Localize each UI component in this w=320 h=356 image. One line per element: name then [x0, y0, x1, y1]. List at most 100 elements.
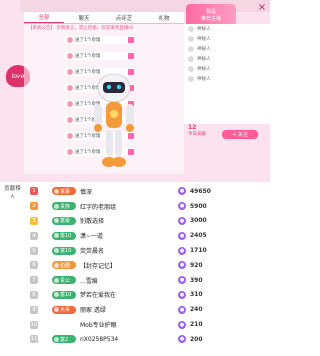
audience-item[interactable]: 神秘人 [184, 74, 270, 84]
coin-icon: ● [178, 335, 186, 344]
contribution-score: 390 [190, 276, 203, 284]
avatar [188, 56, 194, 62]
avatar [67, 69, 73, 75]
user-level-badge: 贵族 [52, 202, 76, 211]
tab-all[interactable]: 全部 [24, 12, 64, 23]
coin-icon: ● [178, 216, 186, 225]
contribution-score: 310 [190, 291, 203, 299]
ranking-row[interactable]: 9 大哥 丽家 透绿 ● 240 [26, 302, 270, 317]
collapse-chevron-icon[interactable]: ∧ [0, 193, 25, 200]
promo-line-2: 推荐主播 [200, 16, 221, 22]
avatar [67, 85, 73, 91]
badge-label: 伯爵 [60, 262, 71, 269]
contribution-score: 920 [190, 261, 203, 269]
avatar [188, 46, 194, 52]
badge-label: 富豪 [60, 218, 71, 225]
promo-banner[interactable]: 我是 推荐主播 [186, 4, 236, 26]
audience-name: 神秘人 [197, 67, 211, 72]
badge-label: 贵公 [60, 277, 71, 284]
heart-label: love [11, 72, 25, 80]
audience-panel: 神秘人 神秘人 神秘人 神秘人 神秘人 神秘人 [184, 24, 270, 124]
badge-icon [54, 262, 59, 268]
badge-label: 富豪 [60, 188, 71, 195]
user-name: ...雪痕 [80, 277, 98, 285]
user-level-badge: 富豪 [52, 216, 76, 225]
user-level-badge: 大哥 [52, 305, 76, 314]
ranking-title: 贡献榜 [4, 186, 21, 192]
audience-name: 神秘人 [197, 77, 211, 82]
ranking-row[interactable]: 4 富10 潇~一道 ● 2405 [26, 228, 270, 243]
coin-icon: ● [178, 187, 186, 196]
coin-icon: ● [178, 246, 186, 255]
badge-icon [54, 277, 59, 283]
badge-icon [54, 292, 59, 298]
user-level-badge: 富10 [52, 246, 76, 255]
audience-item[interactable]: 神秘人 [184, 34, 270, 44]
coin-icon: ● [178, 202, 186, 211]
ranking-row[interactable]: 6 伯爵 【封存记忆】 ● 920 [26, 258, 270, 273]
badge-label: 富10 [60, 248, 72, 255]
audience-item[interactable]: 神秘人 [184, 54, 270, 64]
badge-label: 富2 [60, 336, 69, 343]
badge-icon [54, 248, 59, 254]
avatar [67, 133, 73, 139]
ranking-row[interactable]: 8 富10 梦若在爱我在 ● 310 [26, 288, 270, 303]
tab-gifts[interactable]: 礼物 [144, 12, 184, 23]
ranking-row[interactable]: 7 贵公 ...雪痕 ● 390 [26, 273, 270, 288]
close-icon[interactable]: × [256, 2, 268, 14]
user-level-badge: 富豪 [52, 187, 76, 196]
user-level-badge: 富10 [52, 290, 76, 299]
badge-icon [54, 233, 59, 239]
rank-number: 9 [30, 305, 38, 314]
system-message: 【系统公告】 文明发言，禁止低俗，欢迎来到直播间 [28, 26, 133, 31]
contribution-score: 5900 [190, 202, 207, 210]
ranking-row[interactable]: 5 富10 荧荧晨名 ● 1710 [26, 243, 270, 258]
badge-icon [54, 188, 59, 194]
user-level-badge: 贵公 [52, 276, 76, 285]
rank-number: 3 [30, 216, 38, 225]
tab-chat[interactable]: 聊天 [64, 12, 104, 23]
ranking-row[interactable]: 1 富豪 慎深 ● 49650 [26, 184, 270, 199]
badge-icon [54, 322, 59, 328]
gift-message: 送了1个玫瑰 [64, 52, 136, 60]
ranking-row[interactable]: 11 富2 nX0258P534 ● 200 [26, 332, 270, 347]
ranking-row[interactable]: 2 贵族 红字的老朋组 ● 5900 [26, 199, 270, 214]
rank-number: 8 [30, 290, 38, 299]
user-name: 丽家 透绿 [80, 307, 106, 315]
audience-item[interactable]: 神秘人 [184, 24, 270, 34]
live-stream-panel: love 全部 聊天 点评芝 礼物 我是 推荐主播 × 【系统公告】 文明发言，… [0, 0, 270, 182]
ranking-row[interactable]: 3 富豪 别散选择 ● 3000 [26, 214, 270, 229]
avatar [188, 66, 194, 72]
coin-icon: ● [178, 276, 186, 285]
user-name: 红字的老朋组 [80, 203, 117, 211]
user-level-badge: 富10 [52, 231, 76, 240]
contribution-score: 200 [190, 335, 203, 343]
avatar [67, 37, 73, 43]
rank-number: 5 [30, 246, 38, 255]
user-level-badge: 富2 [52, 335, 76, 344]
avatar [188, 26, 194, 32]
ranking-list: 1 富豪 慎深 ● 49650 2 贵族 红字的老朋组 ● 5900 3 富豪 别散选择 ● 3000 4 富1… [26, 184, 270, 356]
ranking-sidebar: 贡献榜 ∧ [0, 182, 25, 356]
audience-item[interactable]: 神秘人 [184, 44, 270, 54]
contribution-score: 240 [190, 306, 203, 314]
contribution-score: 2405 [190, 232, 207, 240]
rank-number: 4 [30, 231, 38, 240]
badge-icon [54, 218, 59, 224]
user-level-badge: 伯爵 [52, 261, 76, 270]
badge-label: 大哥 [60, 307, 71, 314]
chat-tab-bar: 全部 聊天 点评芝 礼物 [24, 12, 184, 24]
tab-review[interactable]: 点评芝 [104, 12, 144, 23]
audience-name: 神秘人 [197, 37, 211, 42]
follow-button[interactable]: + 关注 [222, 130, 258, 139]
ranking-row[interactable]: 10 Mob专业护眼 ● 210 [26, 317, 270, 332]
gift-icon [128, 53, 134, 59]
coin-icon: ● [178, 305, 186, 314]
avatar [188, 36, 194, 42]
badge-label: 富10 [60, 233, 72, 240]
promo-line-1: 我是 [205, 9, 216, 15]
rank-number: 6 [30, 261, 38, 270]
user-level-badge [52, 320, 76, 329]
coin-icon: ● [178, 290, 186, 299]
audience-item[interactable]: 神秘人 [184, 64, 270, 74]
